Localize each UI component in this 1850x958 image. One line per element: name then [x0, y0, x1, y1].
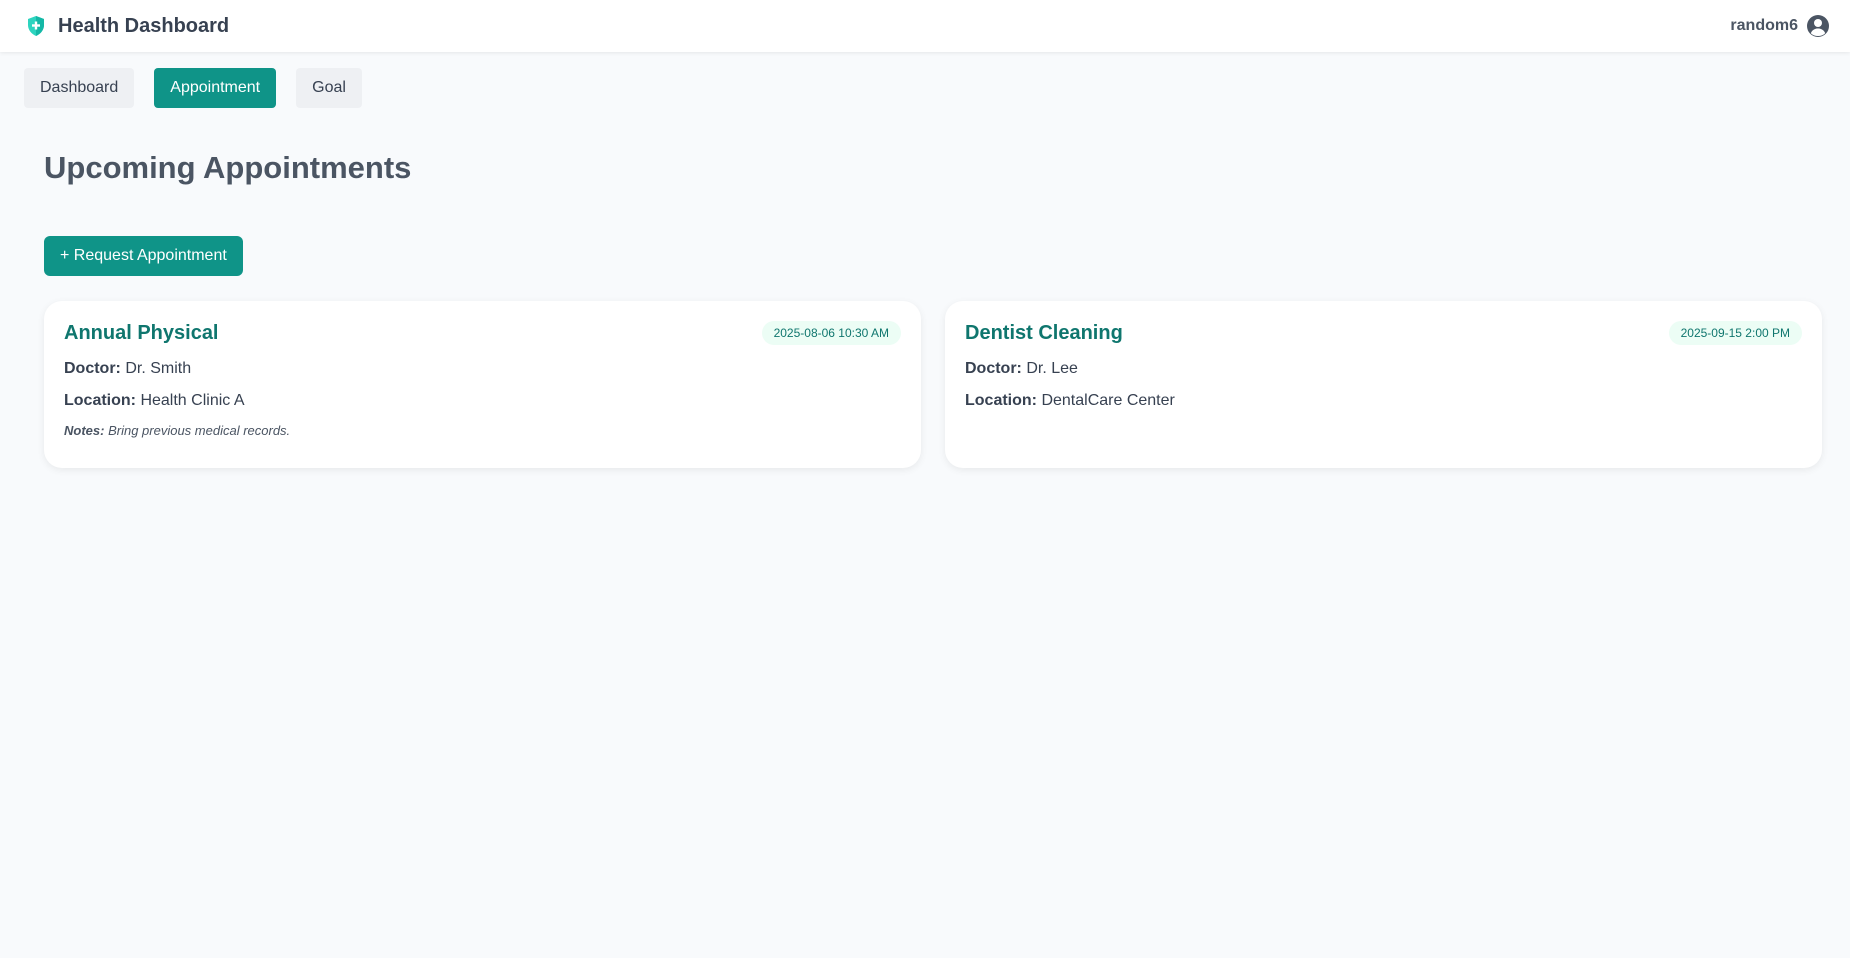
notes-field: Notes: Bring previous medical records.: [64, 423, 901, 439]
brand[interactable]: Health Dashboard: [26, 15, 229, 38]
location-label: Location:: [965, 392, 1037, 409]
doctor-label: Doctor:: [965, 360, 1022, 377]
tab-goal[interactable]: Goal: [296, 68, 362, 108]
appointment-card[interactable]: Annual Physical 2025-08-06 10:30 AM Doct…: [44, 301, 921, 468]
app-title: Health Dashboard: [58, 14, 230, 37]
notes-label: Notes:: [64, 423, 105, 438]
doctor-value: Dr. Smith: [125, 360, 192, 377]
shield-plus-icon: [26, 15, 46, 37]
request-appointment-button[interactable]: + Request Appointment: [44, 236, 243, 276]
tab-appointment[interactable]: Appointment: [154, 68, 277, 108]
page-title: Upcoming Appointments: [44, 150, 412, 185]
doctor-label: Doctor:: [64, 360, 121, 377]
location-label: Location:: [64, 392, 136, 409]
appointment-card[interactable]: Dentist Cleaning 2025-09-15 2:00 PM Doct…: [945, 301, 1822, 468]
doctor-field: Doctor: Dr. Lee: [965, 359, 1802, 379]
doctor-value: Dr. Lee: [1026, 360, 1078, 377]
location-field: Location: Health Clinic A: [64, 391, 901, 411]
top-bar: Health Dashboard random6: [0, 0, 1850, 52]
notes-value: Bring previous medical records.: [108, 423, 291, 438]
doctor-field: Doctor: Dr. Smith: [64, 359, 901, 379]
location-value: DentalCare Center: [1041, 392, 1175, 409]
card-header: Annual Physical 2025-08-06 10:30 AM: [64, 321, 901, 345]
username: random6: [1730, 17, 1798, 34]
appointment-title: Annual Physical: [64, 321, 219, 344]
date-badge: 2025-08-06 10:30 AM: [761, 321, 901, 345]
location-value: Health Clinic A: [140, 392, 245, 409]
card-header: Dentist Cleaning 2025-09-15 2:00 PM: [965, 321, 1802, 345]
user-menu[interactable]: random6: [1730, 14, 1830, 38]
date-badge: 2025-09-15 2:00 PM: [1668, 321, 1802, 345]
user-circle-icon[interactable]: [1806, 14, 1830, 38]
appointment-list: Annual Physical 2025-08-06 10:30 AM Doct…: [44, 301, 1822, 468]
location-field: Location: DentalCare Center: [965, 391, 1802, 411]
appointment-title: Dentist Cleaning: [965, 321, 1123, 344]
nav-tabs: Dashboard Appointment Goal: [24, 68, 362, 108]
tab-dashboard[interactable]: Dashboard: [24, 68, 135, 108]
